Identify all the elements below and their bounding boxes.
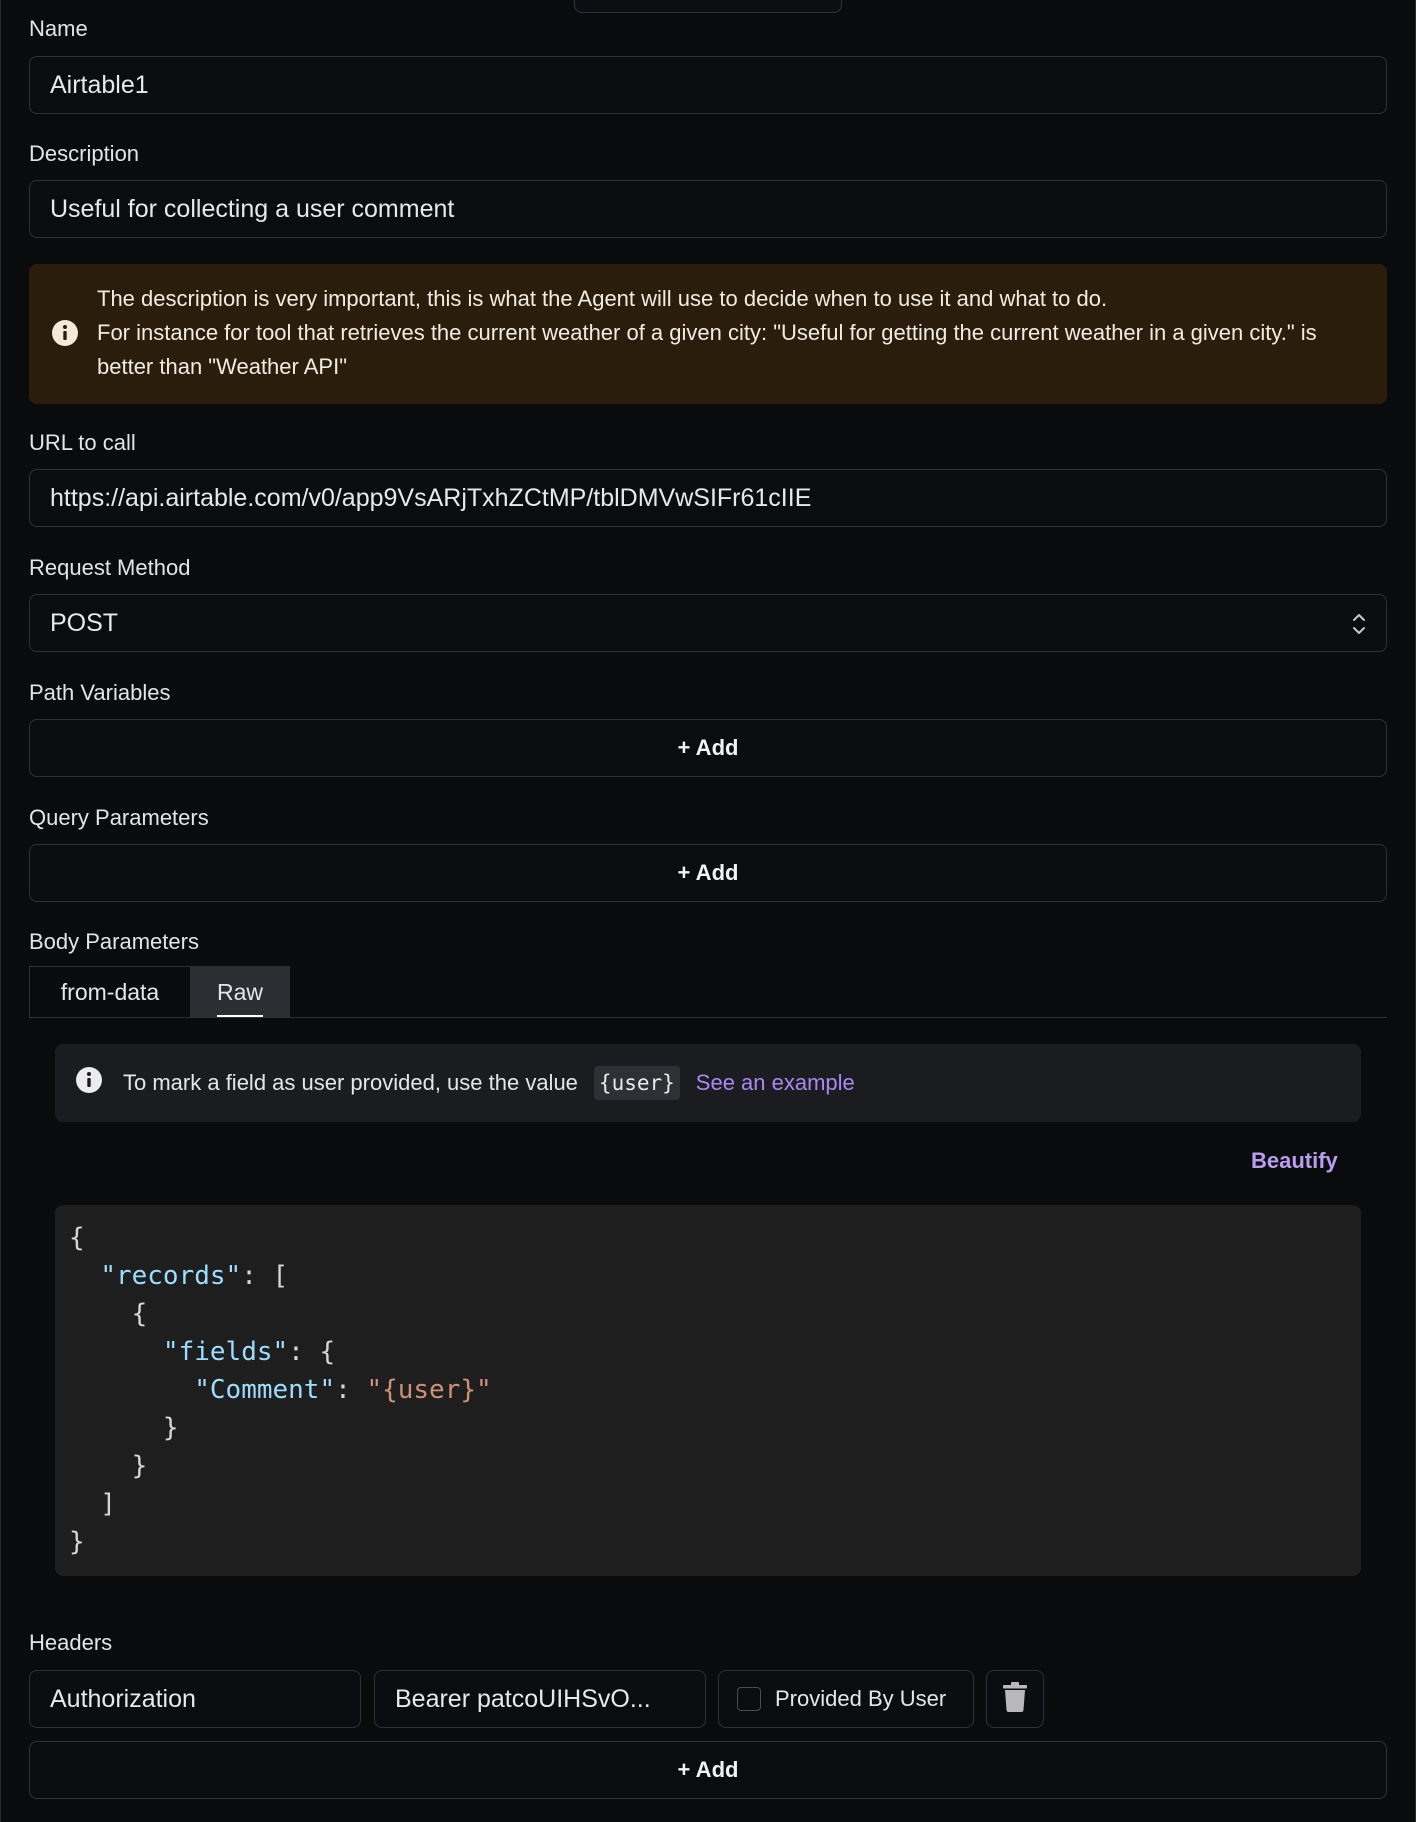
info-icon	[75, 1066, 103, 1100]
user-provided-hint: To mark a field as user provided, use th…	[55, 1044, 1361, 1122]
name-input[interactable]: Airtable1	[29, 56, 1387, 114]
body-tabs: from-data Raw	[29, 966, 290, 1018]
tab-raw[interactable]: Raw	[190, 966, 290, 1018]
code-line: "records": [	[69, 1257, 1361, 1295]
hint-code: {user}	[593, 1066, 680, 1100]
json-punctuation: : {	[288, 1337, 336, 1367]
json-punctuation: {	[69, 1223, 85, 1253]
provided-by-user-toggle[interactable]: Provided By User	[718, 1670, 974, 1728]
beautify-button[interactable]: Beautify	[1251, 1148, 1338, 1174]
path-variables-label: Path Variables	[29, 680, 171, 705]
code-line: }	[69, 1409, 1361, 1447]
code-line: }	[69, 1523, 1361, 1561]
json-punctuation: :	[335, 1375, 367, 1405]
panel-top-handle	[574, 0, 842, 13]
code-line: ]	[69, 1485, 1361, 1523]
tab-from-data[interactable]: from-data	[30, 966, 190, 1018]
provided-by-user-checkbox[interactable]	[737, 1687, 761, 1711]
request-method-value: POST	[50, 608, 119, 637]
json-punctuation: }	[69, 1527, 85, 1557]
request-method-select[interactable]: POST	[29, 594, 1387, 652]
add-query-parameter-button[interactable]: + Add	[29, 844, 1387, 902]
code-line: {	[69, 1219, 1361, 1257]
json-key: "records"	[100, 1261, 242, 1291]
json-punctuation: }	[69, 1413, 179, 1443]
request-method-label: Request Method	[29, 555, 191, 580]
raw-body-editor[interactable]: { "records": [ { "fields": { "Comment": …	[55, 1205, 1361, 1576]
description-label: Description	[29, 141, 140, 166]
add-path-variable-button[interactable]: + Add	[29, 719, 1387, 777]
json-key: "Comment"	[194, 1375, 336, 1405]
tab-divider	[29, 1017, 1387, 1018]
json-punctuation	[69, 1261, 100, 1291]
see-example-link[interactable]: See an example	[696, 1070, 855, 1096]
json-punctuation: ]	[69, 1489, 116, 1519]
query-parameters-label: Query Parameters	[29, 805, 209, 830]
warning-line-1: The description is very important, this …	[97, 286, 1108, 311]
trash-icon	[1002, 1681, 1028, 1717]
code-line: "fields": {	[69, 1333, 1361, 1371]
json-key: "fields"	[162, 1337, 289, 1367]
description-input[interactable]: Useful for collecting a user comment	[29, 180, 1387, 238]
warning-line-2: For instance for tool that retrieves the…	[97, 320, 1317, 379]
delete-header-button[interactable]	[986, 1670, 1044, 1728]
json-punctuation: {	[69, 1299, 148, 1329]
tab-raw-label: Raw	[216, 978, 263, 1005]
json-punctuation: : [	[241, 1261, 289, 1291]
add-header-button[interactable]: + Add	[29, 1741, 1387, 1799]
header-value-input[interactable]: Bearer patcoUIHSvO...	[374, 1670, 706, 1728]
name-label: Name	[29, 16, 88, 41]
tab-from-data-label: from-data	[60, 979, 160, 1005]
header-key-input[interactable]: Authorization	[29, 1670, 361, 1728]
code-line: {	[69, 1295, 1361, 1333]
info-icon	[51, 319, 79, 352]
json-punctuation: }	[69, 1451, 148, 1481]
description-warning: The description is very important, this …	[29, 264, 1387, 404]
provided-by-user-label: Provided By User	[775, 1686, 947, 1711]
headers-label: Headers	[29, 1630, 113, 1655]
url-input[interactable]: https://api.airtable.com/v0/app9VsARjTxh…	[29, 469, 1387, 527]
warning-text: The description is very important, this …	[97, 282, 1367, 384]
json-punctuation	[69, 1337, 163, 1367]
json-punctuation	[69, 1375, 194, 1405]
hint-text: To mark a field as user provided, use th…	[123, 1070, 578, 1095]
body-parameters-label: Body Parameters	[29, 929, 199, 954]
code-line: "Comment": "{user}"	[69, 1371, 1361, 1409]
chevron-up-down-icon	[1352, 611, 1366, 637]
url-label: URL to call	[29, 430, 136, 455]
code-line: }	[69, 1447, 1361, 1485]
tool-config-panel: Name Airtable1 Description Useful for co…	[0, 0, 1416, 1822]
json-string: "{user}"	[366, 1375, 492, 1405]
